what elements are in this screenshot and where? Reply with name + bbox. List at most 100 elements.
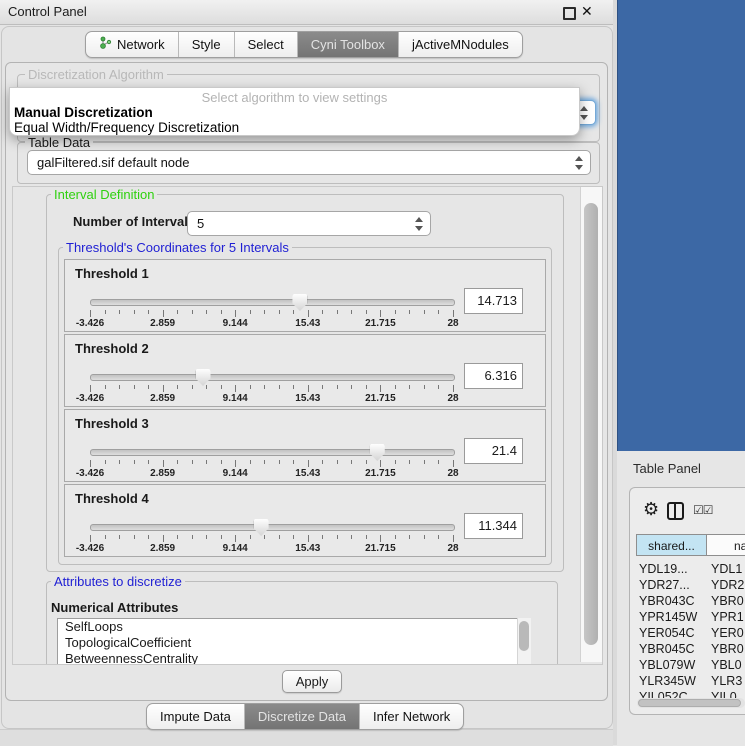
tick-mark <box>366 535 367 539</box>
threshold-slider-1[interactable]: -3.4262.8599.14415.4321.71528 <box>90 294 453 328</box>
apply-button[interactable]: Apply <box>282 670 342 693</box>
algorithm-group-title: Discretization Algorithm <box>25 68 167 81</box>
threshold-value-field[interactable]: 11.344 <box>464 513 523 539</box>
tick-mark <box>177 535 178 539</box>
num-intervals-spinner[interactable]: 5 <box>187 211 431 236</box>
tick-mark <box>453 385 454 392</box>
tick-mark <box>337 535 338 539</box>
tab-select[interactable]: Select <box>235 32 298 57</box>
tick-mark <box>90 460 91 467</box>
tick-mark <box>119 310 120 314</box>
tick-mark <box>424 460 425 464</box>
tick-mark <box>293 535 294 539</box>
close-icon[interactable]: ✕ <box>581 3 593 20</box>
tab-network[interactable]: Network <box>86 32 179 57</box>
tick-mark <box>192 310 193 314</box>
algorithm-dropdown-popup: Select algorithm to view settings Manual… <box>9 87 580 136</box>
tick-mark <box>163 385 164 392</box>
popup-item-equal-width-frequency[interactable]: Equal Width/Frequency Discretization <box>14 120 239 135</box>
threshold-value-field[interactable]: 21.4 <box>464 438 523 464</box>
tick-mark <box>105 460 106 464</box>
tick-mark <box>438 310 439 314</box>
threshold-slider-4[interactable]: -3.4262.8599.14415.4321.71528 <box>90 519 453 553</box>
tab-impute-data[interactable]: Impute Data <box>147 704 245 729</box>
tab-discretize-data[interactable]: Discretize Data <box>245 704 360 729</box>
threshold-slider-2[interactable]: -3.4262.8599.14415.4321.71528 <box>90 369 453 403</box>
tick-mark <box>424 385 425 389</box>
table-row[interactable]: YBL079WYBL0 <box>636 657 745 673</box>
threshold-box-1: Threshold 1-3.4262.8599.14415.4321.71528… <box>64 259 546 332</box>
table-row[interactable]: YLR345WYLR3 <box>636 673 745 689</box>
tab-cyni-toolbox[interactable]: Cyni Toolbox <box>298 32 399 57</box>
table-row[interactable]: YDL19...YDL1 <box>636 561 745 577</box>
tab-style[interactable]: Style <box>179 32 235 57</box>
slider-track <box>90 449 455 456</box>
table-row[interactable]: YBR043CYBR0 <box>636 593 745 609</box>
threshold-slider-3[interactable]: -3.4262.8599.14415.4321.71528 <box>90 444 453 478</box>
tick-mark <box>438 460 439 464</box>
tick-mark <box>380 460 381 467</box>
tick-mark <box>351 310 352 314</box>
table-rows: YDL19...YDL1YDR27...YDR2YBR043CYBR0YPR14… <box>636 561 745 705</box>
tick-mark <box>250 460 251 464</box>
bottom-strip <box>0 729 613 746</box>
tick-mark <box>264 460 265 464</box>
attributes-list-scrollbar[interactable] <box>517 618 531 664</box>
tick-mark <box>221 535 222 539</box>
column-header-shared-name[interactable]: shared... <box>636 534 707 556</box>
num-intervals-value: 5 <box>197 216 204 231</box>
numerical-attributes-list[interactable]: SelfLoopsTopologicalCoefficientBetweenne… <box>57 618 519 665</box>
tab-infer-network[interactable]: Infer Network <box>360 704 463 729</box>
threshold-value-field[interactable]: 14.713 <box>464 288 523 314</box>
tick-mark <box>380 535 381 542</box>
table-row[interactable]: YBR045CYBR0 <box>636 641 745 657</box>
slider-thumb[interactable] <box>292 294 307 311</box>
slider-thumb[interactable] <box>196 369 211 386</box>
gear-icon[interactable]: ⚙ <box>643 500 659 518</box>
app: Control Panel ✕ NetworkStyleSelectCyni T… <box>0 0 745 745</box>
attribute-item-selfloops[interactable]: SelfLoops <box>58 619 518 635</box>
horizontal-scrollbar[interactable] <box>637 698 745 708</box>
tick-mark <box>409 535 410 539</box>
threshold-label: Threshold 3 <box>75 416 149 431</box>
tick-mark <box>337 310 338 314</box>
vertical-scrollbar[interactable] <box>580 187 602 662</box>
tab-label: Style <box>192 32 221 57</box>
tick-label: 2.859 <box>150 318 175 329</box>
table-data-combo[interactable]: galFiltered.sif default node <box>27 150 591 175</box>
slider-thumb[interactable] <box>254 519 269 536</box>
bottom-tab-bar: Impute DataDiscretize DataInfer Network <box>146 703 464 730</box>
table-row[interactable]: YDR27...YDR2 <box>636 577 745 593</box>
table-data-combo-value: galFiltered.sif default node <box>37 155 189 170</box>
table-row[interactable]: YER054CYER0 <box>636 625 745 641</box>
scrollbar-thumb[interactable] <box>519 621 529 651</box>
scrollbar-thumb[interactable] <box>584 203 598 645</box>
tick-label: 15.43 <box>295 318 320 329</box>
column-header-name[interactable]: na <box>706 534 745 556</box>
cell-shared-name: YLR345W <box>636 673 707 689</box>
attribute-item-betweennesscentrality[interactable]: BetweennessCentrality <box>58 651 518 665</box>
select-columns-icon[interactable]: ☑☑ <box>693 503 713 517</box>
scrollbar-thumb[interactable] <box>638 699 741 707</box>
tick-mark <box>206 535 207 539</box>
table-row[interactable]: YPR145WYPR1 <box>636 609 745 625</box>
tick-mark <box>337 460 338 464</box>
attribute-item-topologicalcoefficient[interactable]: TopologicalCoefficient <box>58 635 518 651</box>
tick-label: 28 <box>447 543 458 554</box>
tick-mark <box>366 460 367 464</box>
threshold-value-field[interactable]: 6.316 <box>464 363 523 389</box>
tick-mark <box>148 535 149 539</box>
float-window-icon[interactable] <box>563 7 576 20</box>
tick-mark <box>395 460 396 464</box>
cell-name: YLR3 <box>707 673 742 689</box>
tick-mark <box>119 385 120 389</box>
tick-mark <box>105 385 106 389</box>
tick-mark <box>163 310 164 317</box>
split-columns-icon[interactable] <box>667 502 684 520</box>
slider-thumb[interactable] <box>370 444 385 461</box>
tick-mark <box>279 460 280 464</box>
popup-item-manual-discretization[interactable]: Manual Discretization <box>14 105 153 120</box>
popup-prompt-item[interactable]: Select algorithm to view settings <box>10 90 579 105</box>
tab-jactivemnodules[interactable]: jActiveMNodules <box>399 32 522 57</box>
tick-label: -3.426 <box>76 393 104 404</box>
